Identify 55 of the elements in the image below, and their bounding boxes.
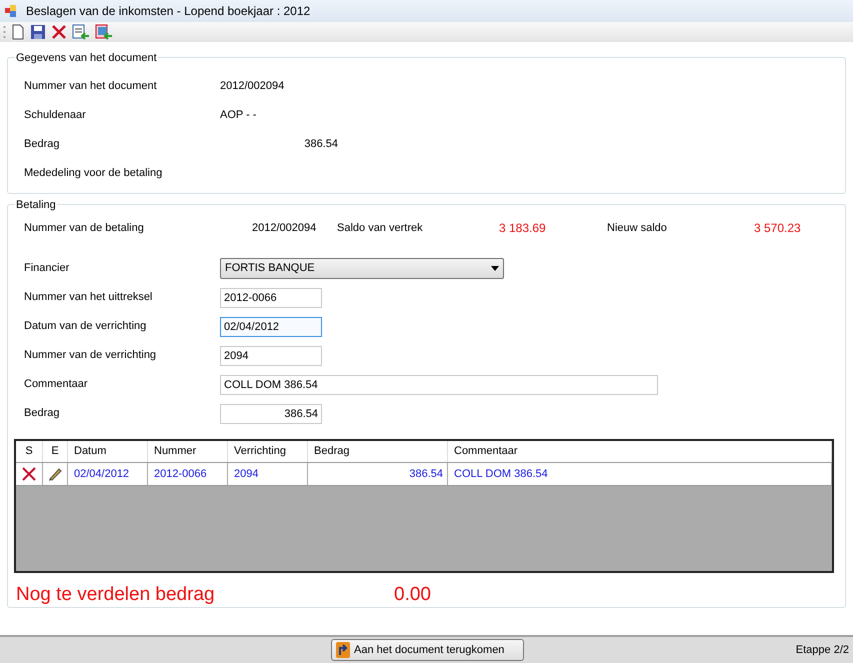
table-cell: 386.54: [308, 463, 448, 485]
table-cell: 2012-0066: [148, 463, 228, 485]
remaining-label: Nog te verdelen bedrag: [16, 583, 216, 607]
field-label: Nummer van de betaling: [24, 220, 145, 236]
pencil-icon[interactable]: [48, 467, 62, 481]
input-field[interactable]: COLL DOM 386.54: [220, 374, 658, 394]
input-field[interactable]: 386.54: [220, 404, 322, 424]
group-title: Betaling: [15, 197, 57, 214]
step-indicator: Etappe 2/2: [796, 642, 849, 658]
dropdown-arrow-icon: [491, 266, 499, 271]
balance-value: 3 183.69: [499, 220, 547, 237]
field-label: Bedrag: [24, 137, 60, 152]
column-header: E: [43, 441, 68, 462]
field-label: Nummer van het document: [24, 79, 158, 94]
group-title: Gegevens van het document: [15, 50, 158, 66]
field-label: Nieuw saldo: [607, 220, 668, 236]
delete-icon[interactable]: [51, 24, 67, 40]
grip-icon: [3, 25, 6, 39]
input-field[interactable]: 02/04/2012: [220, 316, 322, 336]
window-title: Beslagen van de inkomsten - Lopend boekjaar : 2012: [26, 3, 310, 20]
input-field[interactable]: 2012-0066: [220, 288, 322, 308]
field-label: Datum van de verrichting: [24, 319, 148, 334]
export-document-icon[interactable]: [95, 24, 113, 40]
field-label: Bedrag: [24, 406, 60, 422]
field-label: Nummer van de verrichting: [24, 348, 158, 364]
field-value: 386.54: [303, 137, 338, 152]
column-header: S: [16, 441, 43, 462]
input-field[interactable]: 2094: [220, 346, 322, 366]
import-document-icon[interactable]: [72, 24, 90, 40]
app-icon: [4, 4, 18, 18]
column-header: Datum: [68, 441, 148, 462]
column-header: Commentaar: [448, 441, 832, 462]
field-value: 2012/002094: [220, 79, 284, 94]
balance-value: 3 570.23: [754, 220, 801, 237]
table-cell: 02/04/2012: [68, 463, 148, 485]
return-arrow-icon: [336, 642, 350, 658]
back-to-document-button[interactable]: Aan het document terugkomen: [331, 639, 524, 661]
financier-dropdown[interactable]: FORTIS BANQUE: [220, 258, 504, 279]
field-label: Nummer van het uittreksel: [24, 290, 154, 306]
field-value: AOP - -: [220, 108, 256, 124]
column-header: Verrichting: [228, 441, 308, 462]
save-icon[interactable]: [30, 24, 46, 40]
field-label: Saldo van vertrek: [337, 220, 424, 236]
field-label: Financier: [24, 261, 70, 276]
new-document-icon[interactable]: [11, 24, 25, 40]
table-cell: 2094: [228, 463, 308, 485]
remaining-amount: 0.00: [394, 583, 431, 607]
column-header: Nummer: [148, 441, 228, 462]
field-label: Mededeling voor de betaling: [24, 166, 164, 182]
field-value: 2012/002094: [252, 220, 318, 236]
delete-icon[interactable]: [22, 467, 36, 481]
field-label: Commentaar: [24, 377, 89, 392]
table-cell: COLL DOM 386.54: [448, 463, 832, 485]
column-header: Bedrag: [308, 441, 448, 462]
field-label: Schuldenaar: [24, 108, 87, 124]
